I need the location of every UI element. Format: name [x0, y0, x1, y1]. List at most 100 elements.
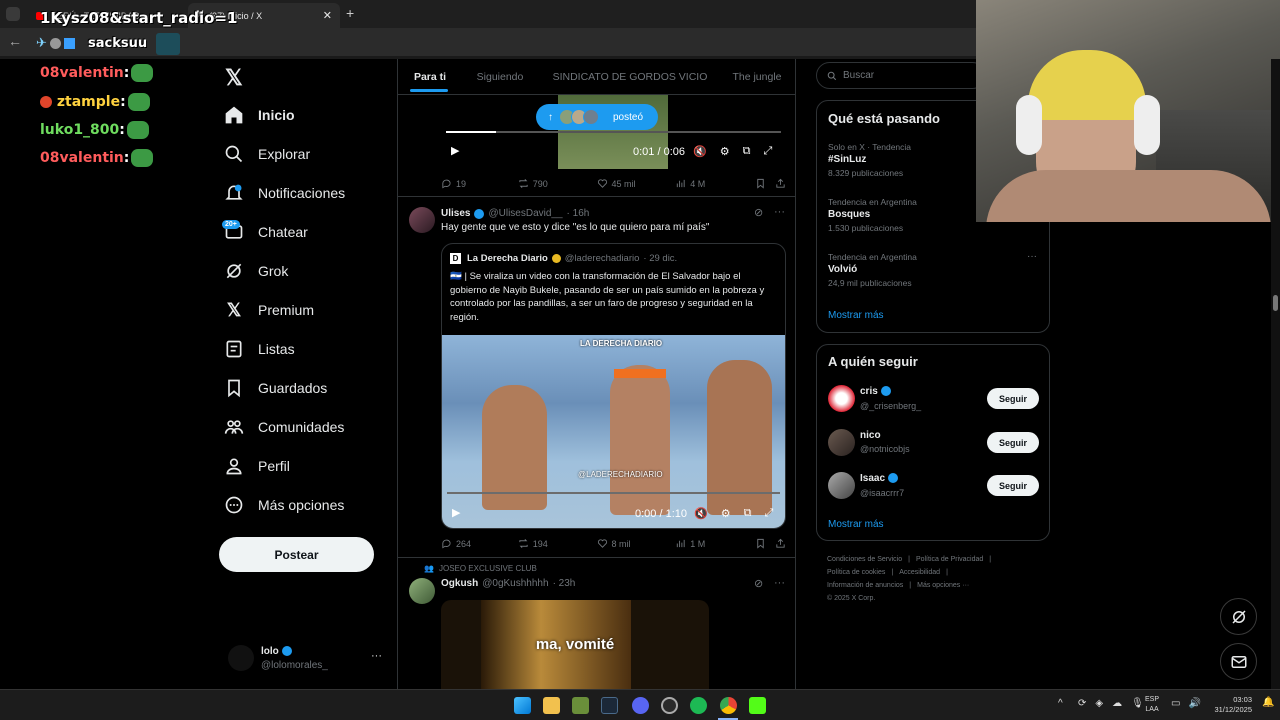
quick-settings[interactable]: ▭ 🔊 — [1171, 698, 1201, 709]
trend-more-icon[interactable]: ··· — [1027, 251, 1037, 262]
avatar[interactable] — [828, 472, 855, 499]
tweet-media[interactable]: ma, vomité — [441, 600, 709, 689]
share-button[interactable] — [775, 178, 786, 189]
shield-icon[interactable]: ◈ — [1095, 698, 1103, 709]
windows-start-icon[interactable] — [514, 697, 531, 714]
chrome-icon[interactable] — [720, 697, 737, 714]
discord-icon[interactable] — [632, 697, 649, 714]
trend-item[interactable]: Solo en X · Tendencia #SinLuz 8.329 publ… — [828, 142, 911, 178]
kick-icon[interactable] — [749, 697, 766, 714]
grok-icon[interactable]: ⊘ — [754, 206, 763, 219]
show-more-link[interactable]: Mostrar más — [828, 310, 884, 321]
sidebar-item-guardados[interactable]: Guardados — [224, 371, 327, 405]
app-icon[interactable] — [572, 697, 589, 714]
tweet-time[interactable]: · 16h — [567, 208, 590, 219]
tweet-time[interactable]: · 23h — [553, 578, 576, 589]
clock[interactable]: 03:03 31/12/2025 — [1208, 695, 1252, 715]
notification-bell-icon[interactable]: 🔔 — [1262, 697, 1274, 708]
follow-name[interactable]: cris — [860, 386, 891, 397]
follow-name[interactable]: nico — [860, 430, 881, 441]
fullscreen-icon[interactable]: ⤢ — [764, 507, 773, 520]
views-button[interactable]: 4 M — [675, 178, 755, 189]
tab-list-button[interactable] — [6, 7, 20, 21]
tab-the-jungle[interactable]: The jungle — [726, 59, 788, 95]
like-button[interactable]: 45 mil — [597, 178, 676, 189]
mute-icon[interactable]: 🔇 — [694, 507, 708, 520]
obs-icon[interactable] — [661, 697, 678, 714]
follow-name[interactable]: Isaac — [860, 473, 898, 484]
views-button[interactable]: 1 M — [675, 538, 755, 549]
steam-icon[interactable] — [601, 697, 618, 714]
mute-icon[interactable]: 🔇 — [693, 145, 707, 158]
language-indicator[interactable]: ESP LAA — [1145, 695, 1159, 715]
repost-button[interactable]: 194 — [518, 538, 597, 549]
share-button[interactable] — [775, 538, 786, 549]
file-explorer-icon[interactable] — [543, 697, 560, 714]
grok-button[interactable] — [1220, 598, 1257, 635]
sidebar-item-notificaciones[interactable]: Notificaciones — [224, 176, 345, 210]
chevron-up-icon[interactable]: ^ — [1058, 698, 1063, 709]
follow-button[interactable]: Seguir — [987, 475, 1039, 496]
sidebar-item-explorar[interactable]: Explorar — [224, 137, 310, 171]
video-player[interactable]: LA DERECHA DIARIO @LADERECHADIARIO ▶ 0:0… — [442, 335, 785, 528]
author-handle[interactable]: @UlisesDavid__ — [488, 208, 562, 219]
avatar[interactable] — [409, 207, 435, 233]
scrollbar[interactable] — [1271, 59, 1280, 689]
x-logo-icon[interactable]: 𝕏 — [225, 65, 243, 91]
author-handle[interactable]: @0gKushhhhh — [482, 578, 548, 589]
new-posts-pill[interactable]: ↑ posteó — [536, 104, 658, 130]
more-icon[interactable]: ··· — [774, 206, 785, 218]
back-arrow-icon[interactable]: ← — [8, 33, 22, 49]
follow-button[interactable]: Seguir — [987, 388, 1039, 409]
cloud-icon[interactable]: ☁ — [1112, 698, 1122, 709]
settings-icon[interactable]: ⚙ — [720, 145, 730, 158]
repost-button[interactable]: 790 — [518, 178, 597, 189]
bookmark-button[interactable] — [755, 538, 775, 549]
follow-button[interactable]: Seguir — [987, 432, 1039, 453]
new-tab-button[interactable]: + — [346, 5, 354, 21]
scrollbar-thumb[interactable] — [1273, 295, 1278, 311]
search-input[interactable]: Buscar — [816, 62, 986, 89]
reply-button[interactable]: 264 — [441, 538, 518, 549]
like-button[interactable]: 8 mil — [597, 538, 676, 549]
video-progress-bar[interactable] — [447, 492, 780, 494]
pip-icon[interactable]: ⧉ — [743, 145, 751, 158]
account-name[interactable]: lolo — [261, 646, 292, 657]
post-button[interactable]: Postear — [219, 537, 374, 572]
reply-button[interactable]: 19 — [441, 178, 518, 189]
settings-icon[interactable]: ⚙ — [721, 507, 731, 520]
sync-icon[interactable]: ⟳ — [1078, 698, 1086, 709]
mic-icon[interactable]: 🎙 — [1131, 698, 1144, 709]
sidebar-item-listas[interactable]: Listas — [224, 332, 295, 366]
fullscreen-icon[interactable]: ⤢ — [763, 145, 772, 158]
quoted-tweet[interactable]: D La Derecha Diario @laderechadiario · 2… — [441, 243, 786, 529]
sidebar-item-premium[interactable]: 𝕏 Premium — [224, 293, 314, 327]
spotify-icon[interactable] — [690, 697, 707, 714]
show-more-link[interactable]: Mostrar más — [828, 519, 884, 530]
community-label[interactable]: 👥 JOSEO EXCLUSIVE CLUB — [424, 564, 537, 573]
author-name[interactable]: Ulises — [441, 208, 470, 219]
sidebar-item-inicio[interactable]: Inicio — [224, 98, 295, 132]
avatar[interactable] — [409, 578, 435, 604]
sidebar-item-perfil[interactable]: Perfil — [224, 449, 290, 483]
sidebar-item-grok[interactable]: Grok — [224, 254, 288, 288]
trend-item[interactable]: Tendencia en Argentina Volvió 24,9 mil p… — [828, 252, 917, 288]
avatar[interactable] — [828, 385, 855, 412]
sidebar-item-mas-opciones[interactable]: Más opciones — [224, 488, 344, 522]
pip-icon[interactable]: ⧉ — [744, 507, 752, 520]
avatar[interactable] — [228, 645, 254, 671]
tab-sindicato[interactable]: SINDICATO DE GORDOS VICIO — [550, 59, 710, 95]
messages-button[interactable] — [1220, 643, 1257, 680]
bookmark-button[interactable] — [755, 178, 775, 189]
tab-siguiendo[interactable]: Siguiendo — [470, 59, 530, 95]
account-more-icon[interactable]: ··· — [371, 650, 382, 662]
avatar[interactable] — [828, 429, 855, 456]
author-name[interactable]: Ogkush — [441, 578, 478, 589]
trend-item[interactable]: Tendencia en Argentina Bosques 1.530 pub… — [828, 197, 917, 233]
more-icon[interactable]: ··· — [774, 577, 785, 589]
play-icon[interactable]: ▶ — [452, 506, 460, 519]
grok-icon[interactable]: ⊘ — [754, 577, 763, 590]
play-icon[interactable]: ▶ — [451, 144, 459, 157]
close-tab-icon[interactable]: ✕ — [323, 9, 332, 22]
sidebar-item-comunidades[interactable]: Comunidades — [224, 410, 344, 444]
